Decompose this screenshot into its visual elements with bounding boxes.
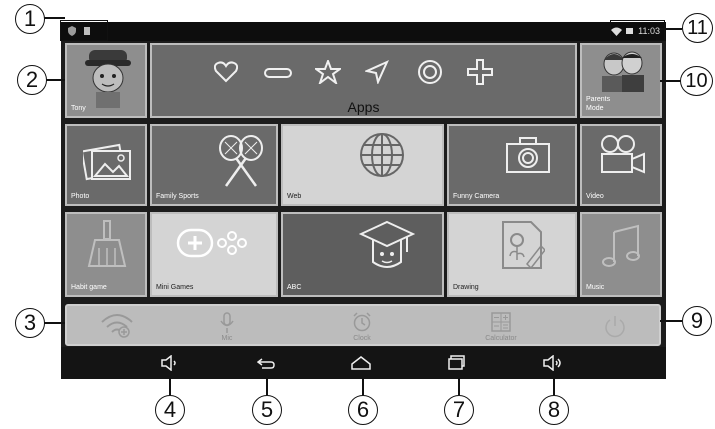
circle-icon xyxy=(418,60,442,84)
callout-10: 10 xyxy=(680,66,713,96)
callout-leader xyxy=(266,378,268,395)
back-icon[interactable] xyxy=(257,355,275,371)
tile-label: Habit game xyxy=(71,284,107,291)
callout-leader xyxy=(169,378,171,395)
tile-label: Web xyxy=(287,193,302,200)
callout-leader xyxy=(43,17,65,19)
drawing-paper-icon xyxy=(502,221,545,270)
power-icon xyxy=(605,316,625,338)
recent-apps-icon[interactable] xyxy=(448,355,466,371)
profile-tile[interactable]: Tony xyxy=(65,43,147,118)
volume-up-icon[interactable] xyxy=(543,355,563,371)
callout-3: 3 xyxy=(15,308,45,338)
graduation-cap-icon xyxy=(359,220,415,268)
minus-icon xyxy=(264,68,292,78)
callout-2: 2 xyxy=(17,65,47,95)
status-right-highlight xyxy=(610,20,665,41)
callout-leader xyxy=(458,378,460,395)
tile-label: Photo xyxy=(71,193,90,200)
gamepad-icon xyxy=(176,228,247,258)
abc-tile[interactable]: ABC xyxy=(281,212,444,297)
calculator-icon xyxy=(491,312,511,332)
parents-mode-label: Parents Mode xyxy=(586,96,611,112)
music-tile[interactable]: Music xyxy=(580,212,662,297)
quick-settings-dock: Mic Clock Calculator xyxy=(65,304,661,346)
home-icon[interactable] xyxy=(351,355,371,371)
music-note-icon xyxy=(602,224,640,267)
mic-label: Mic xyxy=(221,335,233,342)
mic-icon xyxy=(220,312,234,333)
wifi-toggle[interactable] xyxy=(87,308,147,344)
callout-leader xyxy=(45,79,65,81)
callout-leader xyxy=(660,80,682,82)
apps-label: Apps xyxy=(347,99,380,115)
apps-banner[interactable]: Apps xyxy=(150,43,577,118)
video-camera-icon xyxy=(601,135,645,174)
callout-leader xyxy=(43,322,65,324)
parents-avatar-icon xyxy=(602,51,644,92)
tile-label: Music xyxy=(586,284,605,291)
mini-games-tile[interactable]: Mini Games xyxy=(150,212,278,297)
camera-icon xyxy=(506,137,550,173)
calculator-button[interactable]: Calculator xyxy=(471,308,531,344)
navigation-bar xyxy=(61,347,666,379)
power-button[interactable] xyxy=(585,308,645,344)
habit-game-tile[interactable]: Habit game xyxy=(65,212,147,297)
clock-button[interactable]: Clock xyxy=(332,308,392,344)
callout-leader xyxy=(553,378,555,395)
calculator-label: Calculator xyxy=(485,335,517,342)
web-tile[interactable]: Web xyxy=(281,124,444,206)
boy-avatar-icon xyxy=(85,50,131,108)
callout-4: 4 xyxy=(155,395,185,425)
broom-icon xyxy=(87,220,127,267)
photo-tile[interactable]: Photo xyxy=(65,124,147,206)
badminton-rackets-icon xyxy=(219,135,263,187)
tile-label: Video xyxy=(586,193,604,200)
photo-icon xyxy=(83,143,131,181)
drawing-tile[interactable]: Drawing xyxy=(447,212,577,297)
plus-icon xyxy=(467,59,493,85)
tile-label: Mini Games xyxy=(156,284,194,291)
volume-down-icon[interactable] xyxy=(161,355,179,371)
status-left-highlight xyxy=(60,20,108,41)
funny-camera-tile[interactable]: Funny Camera xyxy=(447,124,577,206)
navigation-arrow-icon xyxy=(365,60,389,84)
family-sports-tile[interactable]: Family Sports xyxy=(150,124,278,206)
tablet-screen: 11:03 Tony Apps Parents Mode Photo Famil… xyxy=(61,22,666,379)
tile-label: Funny Camera xyxy=(453,193,500,200)
callout-8: 8 xyxy=(539,395,569,425)
callout-7: 7 xyxy=(444,395,474,425)
heart-icon xyxy=(214,61,238,83)
mic-toggle[interactable]: Mic xyxy=(197,308,257,344)
callout-9: 9 xyxy=(682,306,712,336)
parents-mode-tile[interactable]: Parents Mode xyxy=(580,43,662,118)
alarm-clock-icon xyxy=(353,312,371,332)
callout-5: 5 xyxy=(252,395,282,425)
clock-label: Clock xyxy=(353,335,371,342)
tile-label: Family Sports xyxy=(156,193,199,200)
callout-6: 6 xyxy=(348,395,378,425)
profile-name: Tony xyxy=(71,105,86,112)
tile-label: ABC xyxy=(287,284,302,291)
star-icon xyxy=(315,60,341,84)
callout-11: 11 xyxy=(682,13,713,43)
callout-leader xyxy=(660,320,682,322)
tile-label: Drawing xyxy=(453,284,479,291)
callout-leader xyxy=(362,378,364,395)
wifi-add-icon xyxy=(101,314,133,338)
callout-1: 1 xyxy=(15,4,45,34)
status-bar: 11:03 xyxy=(61,22,666,41)
video-tile[interactable]: Video xyxy=(580,124,662,206)
globe-icon xyxy=(360,133,404,177)
